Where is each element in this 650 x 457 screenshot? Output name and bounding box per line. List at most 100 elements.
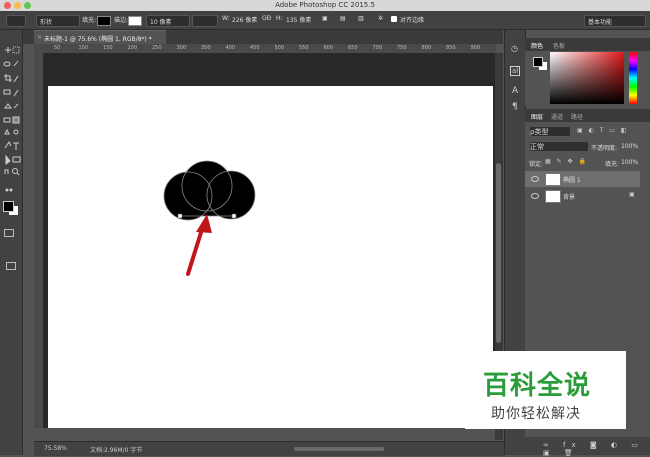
w-value[interactable]: 226 像素 xyxy=(232,15,257,24)
path-arrangement-icon[interactable]: ▥ xyxy=(358,15,364,22)
gear-icon[interactable]: ✲ xyxy=(378,15,383,22)
status-bar: 75.58% 文档:2.96M/0 字节 xyxy=(34,441,504,456)
document-tab[interactable]: × 未标题-1 @ 75.6% (椭圆 1, RGB/8*) * xyxy=(34,30,166,45)
character-icon[interactable]: A xyxy=(512,86,518,96)
document-info[interactable]: 文档:2.96M/0 字节 xyxy=(90,445,142,454)
stroke-swatch[interactable] xyxy=(128,16,142,26)
link-dimensions-icon[interactable]: GĐ xyxy=(262,15,271,22)
paragraph-icon[interactable]: ¶ xyxy=(512,102,518,112)
zoom-icon xyxy=(12,168,18,174)
magic-wand-icon xyxy=(13,60,19,67)
watermark-slogan: 助你轻松解决 xyxy=(491,406,581,422)
ruler-tick-label: 550 xyxy=(299,45,309,51)
stroke-width-value: 10 像素 xyxy=(150,19,172,26)
path-selection-icon xyxy=(5,154,11,165)
opacity-value[interactable]: 100% xyxy=(621,143,638,150)
ruler-tick-label: 500 xyxy=(274,45,285,51)
zoom-level[interactable]: 75.58% xyxy=(44,445,67,452)
shape-mode-select[interactable]: 形状 xyxy=(36,15,80,27)
lock-icon[interactable]: ▣ xyxy=(629,191,635,198)
lasso-icon xyxy=(3,61,11,67)
align-edges-label: 对齐边缘 xyxy=(400,17,425,24)
brush-icon xyxy=(13,89,19,97)
type-icon xyxy=(13,142,19,150)
more-tools-icon xyxy=(5,188,9,192)
tab-channels[interactable]: 通道 xyxy=(551,112,563,121)
clone-stamp-icon xyxy=(4,103,12,109)
fill-swatch[interactable] xyxy=(97,16,111,26)
title-bar: Adobe Photoshop CC 2015.5 xyxy=(0,0,650,11)
tab-color[interactable]: 颜色 xyxy=(531,41,543,50)
filter-icons[interactable]: ▣ ◐ T ▭ ◧ xyxy=(577,127,629,134)
color-field[interactable] xyxy=(550,52,624,104)
history-icon[interactable]: ◷ xyxy=(511,44,518,53)
fill-opacity-value[interactable]: 100% xyxy=(621,159,638,166)
pen-icon xyxy=(4,141,12,149)
tab-swatches[interactable]: 色板 xyxy=(553,41,565,50)
h-label: H: xyxy=(276,15,283,22)
fill-label: 填充: xyxy=(82,17,97,24)
h-value[interactable]: 135 像素 xyxy=(286,15,311,24)
align-edges-checkbox[interactable] xyxy=(391,16,397,22)
history-brush-icon xyxy=(13,103,19,109)
ruler-tick-label: 700 xyxy=(372,45,383,51)
marquee-icon xyxy=(12,46,20,54)
layer-filter-select[interactable]: ρ类型 xyxy=(529,126,571,137)
document-canvas[interactable] xyxy=(48,86,493,428)
properties-icon[interactable]: al xyxy=(510,66,521,76)
path-operations-icon[interactable]: ▣ xyxy=(322,15,328,22)
ruler-tick-label: 650 xyxy=(348,45,358,51)
layers-footer: ∞ fx ◙ ◐ ▭ ▣ 🗑 xyxy=(525,437,650,457)
ruler-tick-label: 750 xyxy=(397,45,407,51)
layer-row-ellipse[interactable]: 椭圆 1 xyxy=(525,171,640,187)
stroke-type-select[interactable] xyxy=(192,15,218,27)
ruler-tick-label: 800 xyxy=(421,45,432,51)
healing-brush-icon xyxy=(3,89,11,95)
blend-mode-select[interactable]: 正常 xyxy=(529,141,589,152)
ruler-tick-label: 100 xyxy=(78,45,89,51)
eraser-icon xyxy=(3,117,11,123)
tool-preset-picker[interactable] xyxy=(6,15,26,27)
vertical-ruler[interactable] xyxy=(34,53,44,428)
horizontal-scroll-thumb[interactable] xyxy=(294,447,384,451)
tools-panel xyxy=(0,30,23,455)
watermark-brand: 百科全说 xyxy=(483,371,592,401)
layer-filter-value: ρ类型 xyxy=(530,128,549,136)
watermark: 百科全说 助你轻松解决 xyxy=(465,351,626,429)
tab-paths[interactable]: 路径 xyxy=(571,112,583,121)
document-tab-label: 未标题-1 @ 75.6% (椭圆 1, RGB/8*) * xyxy=(44,36,152,43)
workspace-value: 基本功能 xyxy=(588,19,613,26)
tab-layers[interactable]: 图层 xyxy=(531,112,543,121)
layer-row-background[interactable]: 背景 ▣ xyxy=(525,188,640,204)
lock-icons[interactable]: ▦ ✎ ✥ 🔒 xyxy=(545,158,588,165)
screen-mode-icon[interactable] xyxy=(6,262,16,270)
ruler-tick-label: 600 xyxy=(323,45,334,51)
foreground-color-swatch[interactable] xyxy=(3,201,14,212)
color-panel: 颜色 色板 xyxy=(525,38,650,106)
ruler-tick-label: 300 xyxy=(176,45,187,51)
vertical-scroll-thumb[interactable] xyxy=(496,163,501,343)
w-label: W: xyxy=(222,15,230,22)
layer-thumbnail xyxy=(545,190,561,203)
options-bar: 形状 填充: 描边: 10 像素 W: 226 像素 GĐ H: 135 像素 … xyxy=(0,11,650,30)
quick-mask-icon[interactable] xyxy=(4,229,14,237)
fill-opacity-label: 填充: xyxy=(605,161,620,168)
ruler-tick-label: 350 xyxy=(201,45,211,51)
eye-icon[interactable] xyxy=(531,176,539,182)
hue-slider[interactable] xyxy=(629,52,637,104)
workspace-select[interactable]: 基本功能 xyxy=(584,15,646,27)
path-alignment-icon[interactable]: ▤ xyxy=(340,15,346,22)
ruler-tick-label: 850 xyxy=(446,45,456,51)
opacity-label: 不透明度: xyxy=(591,145,618,152)
panel-foreground-swatch[interactable] xyxy=(533,57,543,67)
close-tab-icon[interactable]: × xyxy=(37,34,42,41)
layer-thumbnail xyxy=(545,173,561,186)
move-icon xyxy=(5,47,11,53)
shape-mode-value: 形状 xyxy=(40,19,53,26)
crop-icon xyxy=(4,74,12,82)
eye-icon[interactable] xyxy=(531,193,539,199)
dodge-icon xyxy=(13,129,19,135)
stroke-width-field[interactable]: 10 像素 xyxy=(146,15,190,27)
gradient-icon xyxy=(12,116,20,124)
horizontal-ruler[interactable]: 50 100 150 200 250 300 350 400 450 500 550 600 650 70… xyxy=(34,44,496,54)
